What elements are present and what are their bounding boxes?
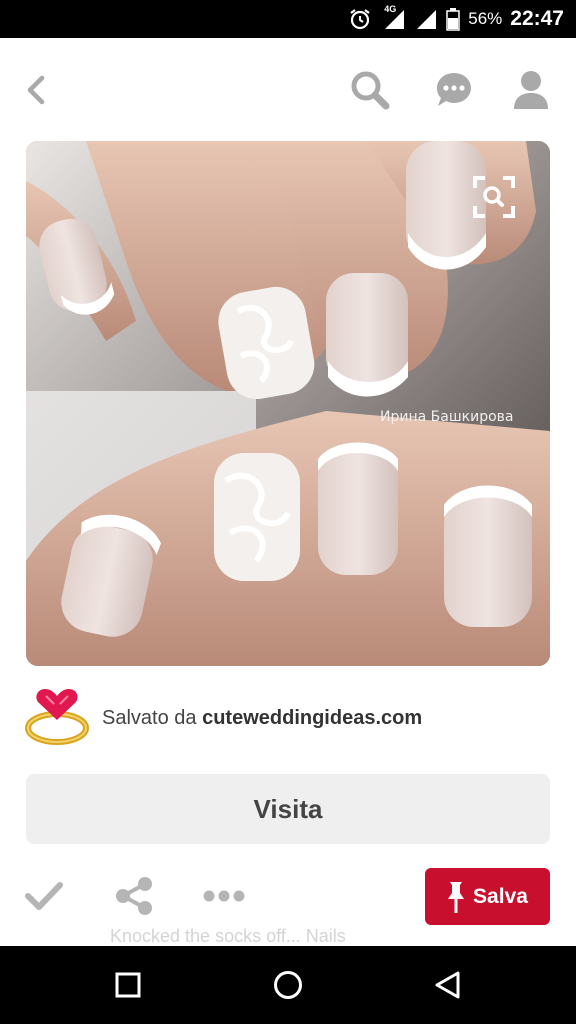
share-button[interactable]: [112, 874, 156, 918]
photo-watermark: Ирина Башкирова: [380, 409, 514, 425]
status-bar: 4G 56% 22:47: [0, 0, 576, 38]
nav-back-button[interactable]: [424, 961, 472, 1009]
network-label: 4G: [384, 4, 397, 14]
navigation-bar: [0, 946, 576, 1024]
profile-button[interactable]: [507, 66, 555, 114]
recents-button[interactable]: [104, 961, 152, 1009]
share-icon: [116, 877, 152, 915]
visit-button[interactable]: Visita: [26, 774, 550, 844]
signal-icon: [417, 10, 437, 29]
visual-search-button[interactable]: [471, 174, 517, 220]
save-label: Salva: [473, 884, 528, 908]
pin-image[interactable]: Ирина Башкирова: [26, 141, 550, 666]
saved-from-text: Salvato da cuteweddingideas.com: [102, 707, 422, 730]
more-button[interactable]: [202, 874, 246, 918]
toolbar: [0, 38, 576, 138]
alarm-icon: [350, 9, 370, 30]
saved-from-prefix: Salvato da: [102, 706, 197, 729]
messages-button[interactable]: [430, 66, 478, 114]
pin-icon: [448, 881, 465, 913]
more-icon: [203, 890, 245, 902]
back-button[interactable]: [12, 66, 60, 114]
check-icon: [25, 882, 63, 910]
visual-search-icon: [473, 176, 515, 218]
source-domain-link[interactable]: cuteweddingideas.com: [202, 707, 422, 729]
signal-4g-icon: 4G: [380, 4, 406, 31]
search-icon: [351, 71, 390, 110]
pin-description-partial: Knocked the socks off... Nails: [110, 926, 346, 946]
comment-icon: [437, 73, 471, 106]
save-button[interactable]: Salva: [425, 868, 550, 925]
back-icon: [27, 75, 45, 105]
home-button[interactable]: [264, 961, 312, 1009]
profile-icon: [514, 71, 548, 109]
ring-icon: [25, 689, 89, 745]
battery-icon: [446, 8, 460, 31]
recents-icon: [115, 972, 141, 998]
home-icon: [274, 971, 302, 999]
tried-button[interactable]: [22, 874, 66, 918]
battery-percent: 56%: [468, 9, 503, 28]
search-button[interactable]: [346, 66, 394, 114]
clock: 22:47: [510, 7, 564, 30]
saved-from-row[interactable]: Salvato da cuteweddingideas.com: [24, 686, 552, 750]
action-row: Salva: [0, 862, 576, 932]
board-avatar: [24, 686, 90, 750]
nav-back-icon: [435, 971, 460, 999]
status-icons: 4G 56% 22:47: [348, 0, 564, 38]
